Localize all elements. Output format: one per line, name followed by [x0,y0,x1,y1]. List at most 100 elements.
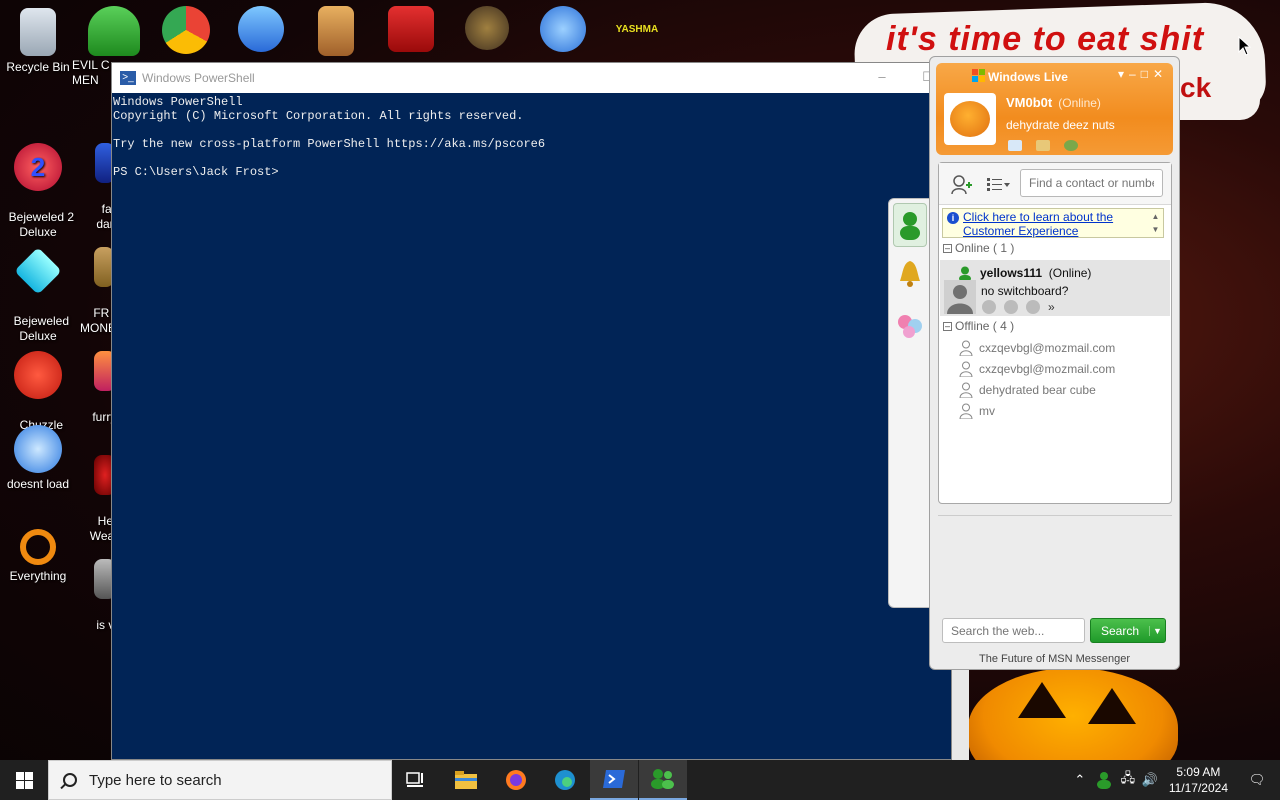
offline-contact[interactable]: cxzqevbgl@mozmail.com [959,340,1115,356]
collapse-icon: – [943,242,952,253]
powershell-icon: >_ [120,71,136,85]
doesnt-load-label: doesnt load [6,477,70,491]
offline-group-header[interactable]: – Offline ( 4 ) [943,319,1014,333]
msn-options-icon[interactable]: ▾ [1118,67,1124,81]
view-options-icon[interactable] [987,177,1011,193]
chuzzle-face-icon [14,351,62,399]
mouse-cursor-icon [1238,36,1252,56]
edge-taskbar-button[interactable] [541,760,589,800]
msn-people-icon[interactable] [88,6,140,56]
online-contact-name: yellows111 (Online) [980,266,1091,280]
edge-icon [555,770,575,790]
collapse-icon: – [943,320,952,331]
msn-close-button[interactable]: ✕ [1153,67,1163,81]
volume-icon[interactable]: 🔊 [1139,772,1161,788]
taskbar-search-placeholder: Type here to search [89,771,222,789]
flower-icon [898,315,922,338]
offline-contact[interactable]: mv [959,403,995,419]
offline-person-icon [959,382,973,398]
powershell-taskbar-button[interactable] [590,760,638,800]
file-explorer-taskbar-button[interactable] [442,760,490,800]
chevron-down-icon[interactable]: ▼ [1149,625,1165,636]
offline-person-icon [959,340,973,356]
flowers-tab[interactable] [893,303,927,347]
offline-group-label: Offline ( 4 ) [955,319,1015,333]
online-contact-message: no switchboard? [981,284,1069,298]
msn-display-picture[interactable] [944,93,996,145]
recycle-bin-icon[interactable]: Recycle Bin [0,8,76,75]
msn-user-name[interactable]: VM0b0t (Online) [1006,95,1101,110]
msn-messenger-window[interactable]: Windows Live ▾ – □ ✕ VM0b0t (Online) dehy… [929,56,1180,670]
spaces-icon[interactable] [1064,140,1078,151]
flash-player-icon[interactable] [388,6,434,52]
pumpkin-eye [1018,682,1066,718]
yashma-label: YASHMA [615,24,659,35]
alerts-tab[interactable] [893,251,927,295]
offline-contact-label: cxzqevbgl@mozmail.com [979,362,1116,376]
folder-icon[interactable] [318,6,354,56]
contacts-person-icon [900,212,920,240]
chevron-up-icon[interactable]: ⌃ [1069,772,1091,788]
offline-contact[interactable]: dehydrated bear cube [959,382,1096,398]
taskbar-search-box[interactable]: Type here to search [48,760,392,800]
minimize-button[interactable]: – [859,63,905,93]
add-contact-icon[interactable] [951,175,973,195]
start-button[interactable] [0,760,48,800]
windows-logo-icon [15,771,33,789]
send-email-icon[interactable] [1004,300,1018,314]
online-contact-name-text: yellows111 [980,266,1043,280]
more-actions-icon[interactable]: » [1048,300,1055,314]
doesnt-load-icon[interactable]: doesnt load [0,425,76,492]
banner-scroll-arrows[interactable]: ▲ ▼ [1149,210,1162,236]
web-search-input[interactable] [942,618,1085,643]
bell-icon [900,261,920,287]
everything-icon[interactable]: Everything [0,529,76,584]
contact-card-icon[interactable] [982,300,996,314]
online-contact-status: (Online) [1048,266,1092,280]
msn-taskbar-button[interactable] [639,760,687,800]
online-group-label: Online ( 1 ) [955,241,1015,255]
p-game-icon[interactable] [238,6,284,52]
msn-user-name-text: VM0b0t [1006,95,1053,110]
thunderbird-icon[interactable] [540,6,586,52]
wallpaper-text: it's time to eat shit [886,20,1205,58]
msn-header: Windows Live ▾ – □ ✕ VM0b0t (Online) dehy… [936,63,1173,155]
msn-footer-text[interactable]: The Future of MSN Messenger [930,653,1179,665]
msn-maximize-button[interactable]: □ [1141,67,1148,81]
yashma-icon[interactable]: YASHMA [613,6,661,56]
msn-minimize-button[interactable]: – [1129,67,1136,81]
gem-2-icon: 2 [14,143,62,191]
online-group-header[interactable]: – Online ( 1 ) [943,241,1014,255]
game-shield-icon[interactable] [465,6,509,50]
powershell-window[interactable]: >_ Windows PowerShell – ☐ Windows PowerS… [111,62,952,760]
online-contact-row[interactable]: yellows111 (Online) no switchboard? » [940,260,1170,316]
customer-experience-banner: i Click here to learn about the Customer … [942,208,1164,238]
offline-contact[interactable]: cxzqevbgl@mozmail.com [959,361,1115,377]
clock-time: 5:09 AM [1176,765,1221,779]
contacts-tab[interactable] [893,203,927,247]
offline-person-icon [959,403,973,419]
customer-experience-link[interactable]: Click here to learn about the Customer Ex… [963,210,1113,238]
pumpkin-eye [1088,688,1136,724]
web-search-button[interactable]: Search ▼ [1090,618,1166,643]
find-contact-input[interactable] [1020,169,1163,197]
task-view-button[interactable] [392,760,440,800]
msn-tray-icon[interactable] [1095,771,1113,789]
firefox-taskbar-button[interactable] [492,760,540,800]
msn-personal-message[interactable]: dehydrate deez nuts [1006,118,1115,132]
evil-men-label: EVIL C MEN [72,58,110,87]
mail-icon[interactable] [1008,140,1022,151]
folder-icon [455,771,477,789]
taskbar: Type here to search ⌃ 🖧 🔊 5:09 AM 11/17/… [0,760,1280,800]
send-message-icon[interactable] [1026,300,1040,314]
taskbar-clock[interactable]: 5:09 AM 11/17/2024 [1169,764,1228,796]
notifications-icon[interactable]: 🗨 [1246,772,1268,788]
network-icon[interactable]: 🖧 [1117,769,1139,791]
chrome-icon[interactable] [162,6,210,54]
powershell-console-output[interactable]: Windows PowerShell Copyright (C) Microso… [112,93,951,181]
search-icon [63,773,77,787]
clock-date: 11/17/2024 [1168,781,1228,795]
thunderbird-icon [14,425,62,473]
powershell-titlebar[interactable]: >_ Windows PowerShell – ☐ [112,63,951,93]
folder-icon[interactable] [1036,140,1050,151]
